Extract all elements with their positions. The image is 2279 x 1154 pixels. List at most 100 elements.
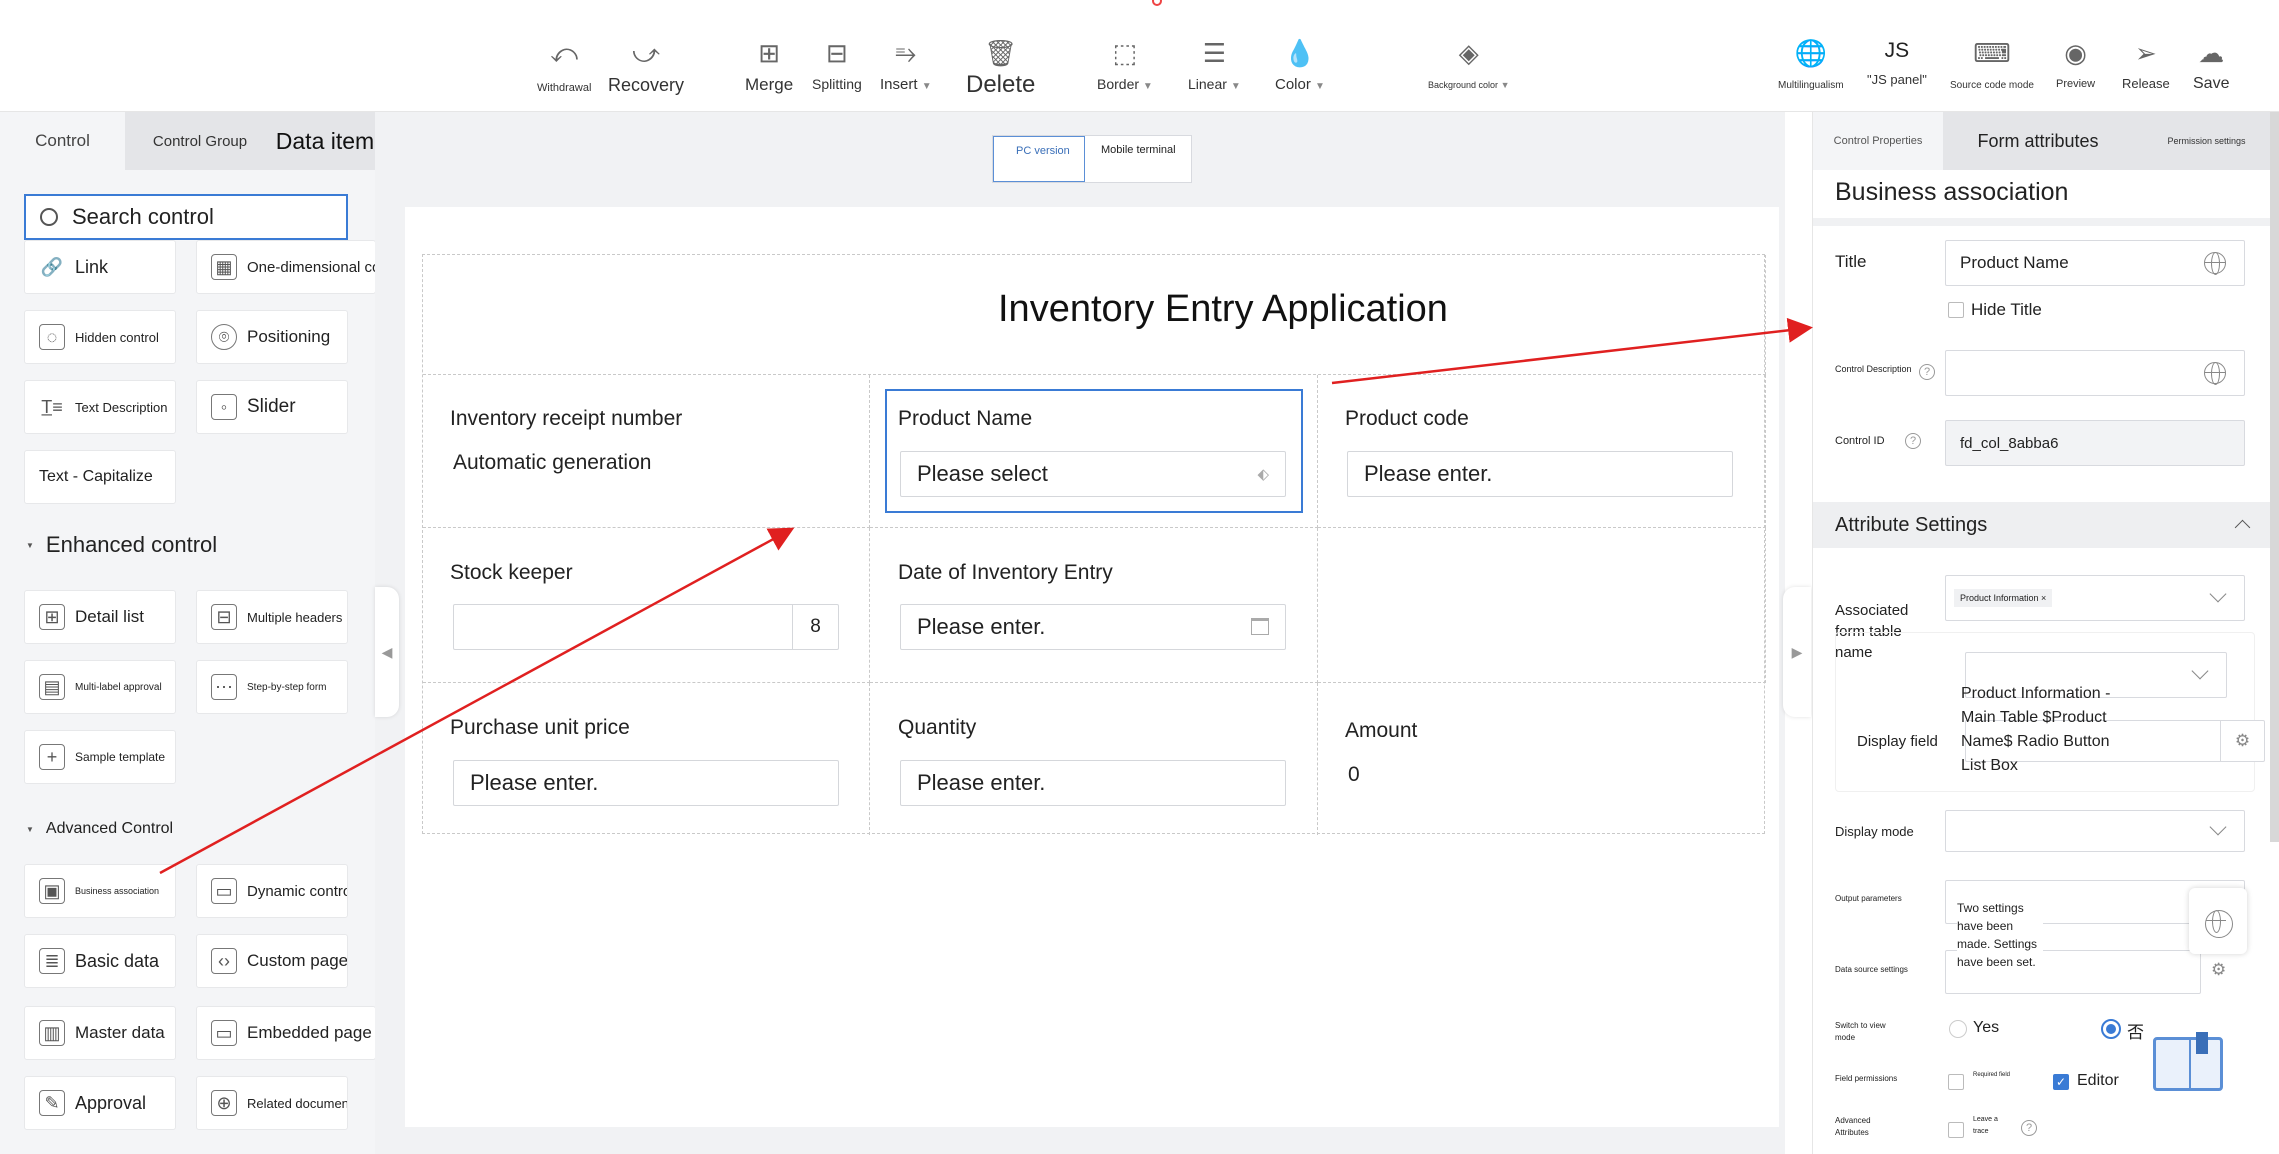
unit-price-input[interactable]: Please enter.: [453, 760, 839, 806]
view-switch: PC version Mobile terminal: [992, 135, 1192, 183]
multilingualism-button[interactable]: 🌐 Multilingualism: [1778, 38, 1844, 91]
splitting-button[interactable]: ⊟ Splitting: [812, 38, 862, 92]
merge-button[interactable]: ⊞ Merge: [745, 38, 793, 95]
section-enhanced-control[interactable]: ▼ Enhanced control: [26, 532, 217, 558]
preview-button[interactable]: ◉ Preview: [2056, 38, 2095, 90]
control-step-by-step-form[interactable]: ⋯ Step-by-step form: [196, 660, 348, 714]
control-multi-label-approval[interactable]: ▤ Multi-label approval: [24, 660, 176, 714]
book-guide-icon[interactable]: [2153, 1032, 2223, 1091]
form-design-canvas-area: PC version Mobile terminal ◀ ▶ Inventory…: [375, 112, 1811, 1154]
unit-price-cell[interactable]: Purchase unit price Please enter.: [423, 683, 870, 835]
recovery-button[interactable]: ⤻ Recovery: [608, 38, 684, 96]
save-button[interactable]: ☁ Save: [2193, 38, 2229, 93]
attribute-settings-header[interactable]: Attribute Settings: [1813, 502, 2279, 548]
text-description-icon: T̲≡: [41, 396, 63, 417]
help-icon[interactable]: ?: [1905, 433, 1921, 449]
background-color-button[interactable]: ◈ Background color ▼: [1428, 38, 1509, 90]
stock-keeper-input[interactable]: 8: [453, 604, 839, 650]
control-related-document[interactable]: ⊕ Related document: [196, 1076, 348, 1130]
leave-trace-checkbox[interactable]: [1948, 1122, 1964, 1138]
control-link[interactable]: 🔗 Link: [24, 240, 176, 294]
terminal-icon: ⌨: [1973, 38, 2011, 68]
control-embedded-page[interactable]: ▭ Embedded page: [196, 1006, 376, 1060]
linear-button[interactable]: ☰ Linear ▼: [1188, 38, 1241, 92]
tab-control[interactable]: Control: [0, 112, 125, 170]
globe-icon[interactable]: [2204, 252, 2226, 275]
entry-date-cell[interactable]: Date of Inventory Entry Please enter.: [870, 528, 1318, 683]
empty-cell[interactable]: [1318, 528, 1766, 683]
display-mode-select[interactable]: [1945, 810, 2245, 852]
control-hidden[interactable]: ◌ Hidden control: [24, 310, 176, 364]
tab-control-properties[interactable]: Control Properties: [1813, 112, 1943, 170]
control-custom-page[interactable]: ‹› Custom page: [196, 934, 348, 988]
withdrawal-button[interactable]: ⤺ Withdrawal: [537, 38, 591, 94]
control-master-data[interactable]: ▥ Master data: [24, 1006, 176, 1060]
control-basic-data[interactable]: ≣ Basic data: [24, 934, 176, 988]
form-table: Inventory Entry Application Inventory re…: [422, 254, 1766, 835]
help-icon[interactable]: ?: [2021, 1120, 2037, 1136]
switch-yes-radio[interactable]: [1949, 1020, 1967, 1038]
quantity-cell[interactable]: Quantity Please enter.: [870, 683, 1318, 835]
search-control-input[interactable]: Search control: [24, 194, 348, 240]
product-name-cell[interactable]: Product Name Please select ⬖: [870, 375, 1318, 528]
release-button[interactable]: ➢ Release: [2122, 38, 2170, 91]
settings-gear-icon[interactable]: ⚙: [2211, 960, 2226, 980]
tab-mobile-terminal[interactable]: Mobile terminal: [1085, 136, 1191, 182]
insert-button[interactable]: ⥱ Insert ▼: [880, 38, 932, 93]
right-collapse-handle[interactable]: ▶: [1783, 587, 1811, 717]
editor-checkbox[interactable]: ✓: [2053, 1074, 2069, 1090]
paint-bucket-icon: ◈: [1458, 38, 1479, 68]
tab-data-item[interactable]: Data item: [275, 112, 375, 170]
quantity-input[interactable]: Please enter.: [900, 760, 1286, 806]
settings-gear-icon[interactable]: ⚙: [2220, 721, 2264, 761]
left-collapse-handle[interactable]: ◀: [375, 587, 399, 717]
control-text-description[interactable]: T̲≡ Text Description: [24, 380, 176, 434]
merge-icon: ⊞: [758, 38, 780, 68]
product-code-input[interactable]: Please enter.: [1347, 451, 1733, 497]
tab-permission-settings[interactable]: Permission settings: [2133, 112, 2279, 170]
control-dynamic[interactable]: ▭ Dynamic control: [196, 864, 348, 918]
control-text-capitalize[interactable]: Text - Capitalize: [24, 450, 176, 504]
multi-header-icon: ⊟: [211, 604, 237, 630]
receipt-number-cell[interactable]: Inventory receipt number Automatic gener…: [423, 375, 870, 528]
amount-cell[interactable]: Amount 0: [1318, 683, 1766, 835]
control-description-input[interactable]: [1945, 350, 2245, 396]
switch-no-radio[interactable]: [2101, 1019, 2121, 1039]
source-code-mode-button[interactable]: ⌨ Source code mode: [1950, 38, 2034, 91]
tab-control-group[interactable]: Control Group: [125, 112, 275, 170]
right-scrollbar[interactable]: [2270, 112, 2279, 842]
product-code-cell[interactable]: Product code Please enter.: [1318, 375, 1766, 528]
required-field-checkbox[interactable]: [1948, 1074, 1964, 1090]
associated-form-select[interactable]: Product Information ×: [1945, 575, 2245, 621]
control-sample-template[interactable]: + Sample template: [24, 730, 176, 784]
template-icon: +: [39, 744, 65, 770]
top-toolbar: ⤺ Withdrawal ⤻ Recovery ⊞ Merge ⊟ Splitt…: [0, 0, 2279, 112]
help-icon[interactable]: ?: [1919, 364, 1935, 380]
title-input[interactable]: Product Name: [1945, 240, 2245, 286]
color-button[interactable]: 💧 Color ▼: [1275, 38, 1325, 93]
delete-button[interactable]: 🗑 Delete: [966, 38, 1035, 99]
tab-form-attributes[interactable]: Form attributes: [1943, 112, 2133, 170]
control-detail-list[interactable]: ⊞ Detail list: [24, 590, 176, 644]
control-multiple-headers[interactable]: ⊟ Multiple headers: [196, 590, 348, 644]
title-cell[interactable]: Inventory Entry Application: [423, 255, 1766, 375]
control-business-association[interactable]: ▣ Business association: [24, 864, 176, 918]
control-positioning[interactable]: ⌾ Positioning: [196, 310, 348, 364]
entry-date-input[interactable]: Please enter.: [900, 604, 1286, 650]
eye-icon: ◉: [2064, 38, 2087, 68]
floating-globe-button[interactable]: [2189, 888, 2247, 954]
hide-title-checkbox[interactable]: [1948, 302, 1964, 318]
product-name-select[interactable]: Please select ⬖: [900, 451, 1286, 497]
collapse-right-icon: ▶: [1791, 643, 1803, 660]
globe-icon[interactable]: [2204, 362, 2226, 385]
section-advanced-control[interactable]: ▼ Advanced Control: [26, 820, 173, 838]
control-slider[interactable]: ◦ Slider: [196, 380, 348, 434]
control-one-dimensional-code[interactable]: ▦One-dimensional code: [196, 240, 376, 294]
control-approval[interactable]: ✎ Approval: [24, 1076, 176, 1130]
product-information-tag[interactable]: Product Information ×: [1954, 589, 2053, 607]
tab-pc-version[interactable]: PC version: [993, 136, 1085, 182]
stock-keeper-cell[interactable]: Stock keeper 8: [423, 528, 870, 683]
js-panel-button[interactable]: JS "JS panel": [1867, 36, 1927, 87]
border-button[interactable]: ⬚ Border ▼: [1097, 38, 1153, 92]
dynamic-icon: ▭: [211, 878, 237, 904]
